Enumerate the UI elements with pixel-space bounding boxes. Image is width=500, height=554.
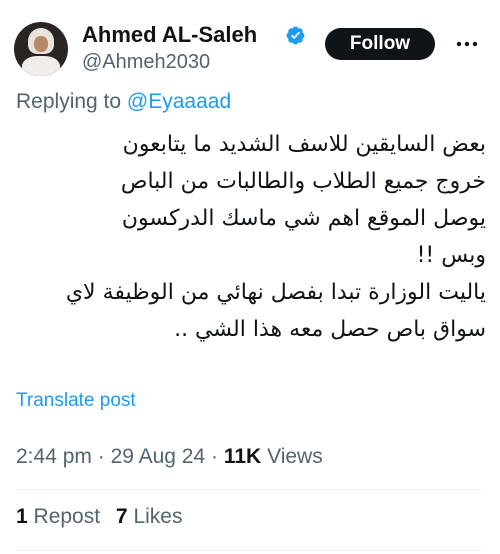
reply-mention-link[interactable]: @Eyaaaad — [127, 90, 231, 113]
views-label: Views — [267, 445, 323, 468]
post-date[interactable]: 29 Aug 24 — [111, 445, 206, 468]
translate-post-link[interactable]: Translate post — [16, 388, 136, 414]
reposts-label: Repost — [33, 505, 101, 528]
tweet-text-line: سواق باص حصل معه هذا الشي .. — [174, 317, 486, 342]
tweet-text-line: وبس !! — [416, 243, 486, 268]
avatar-face — [34, 36, 48, 52]
divider — [16, 550, 484, 551]
likes-label: Likes — [133, 505, 183, 528]
avatar[interactable] — [14, 22, 68, 76]
reposts-count: 1 — [16, 505, 28, 528]
more-options-icon[interactable] — [452, 32, 482, 56]
tweet-meta: 2:44 pm · 29 Aug 24 · 11K Views — [16, 443, 323, 471]
follow-button[interactable]: Follow — [325, 28, 435, 60]
tweet-text-line: ياليت الوزارة تبدا بفصل نهائي من الوظيفة… — [65, 280, 486, 305]
tweet-text-line: يوصل الموقع اهم شي ماسك الدركسون — [121, 206, 486, 231]
divider — [16, 489, 484, 490]
meta-separator: · — [97, 445, 105, 468]
verified-badge-icon — [286, 26, 305, 45]
reposts-stat[interactable]: 1 Repost — [16, 505, 106, 528]
likes-count: 7 — [115, 505, 128, 528]
reply-context: Replying to @Eyaaaad — [16, 88, 231, 116]
tweet-text-line: خروج جميع الطلاب والطالبات من الباص — [120, 169, 486, 194]
author-display-name[interactable]: Ahmed AL-Saleh — [82, 22, 257, 48]
likes-stat[interactable]: 7 Likes — [116, 505, 183, 528]
tweet-header: Ahmed AL-Saleh @Ahmeh2030 Follow — [14, 12, 486, 78]
engagement-stats: 1 Repost 7 Likes — [16, 503, 182, 531]
meta-separator: · — [211, 445, 219, 468]
reply-prefix: Replying to — [16, 90, 122, 113]
avatar-garment — [22, 56, 60, 76]
post-time[interactable]: 2:44 pm — [16, 445, 92, 468]
views-count: 11K — [223, 445, 262, 468]
tweet-text: بعض السايقين للاسف الشديد ما يتابعون خرو… — [14, 126, 486, 348]
tweet-text-line: بعض السايقين للاسف الشديد ما يتابعون — [122, 132, 486, 157]
author-handle[interactable]: @Ahmeh2030 — [82, 50, 210, 74]
